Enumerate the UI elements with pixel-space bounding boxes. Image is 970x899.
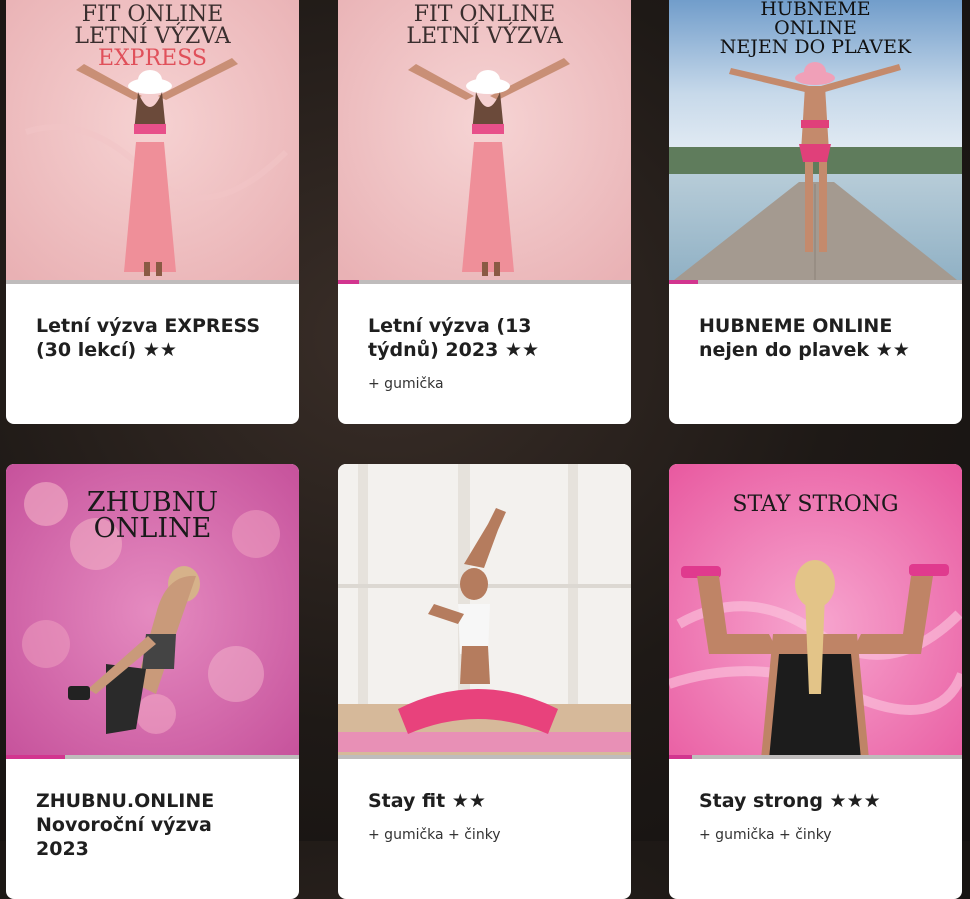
course-card-letni-vyzva-express[interactable]: FIT ONLINE LETNÍ VÝZVA EXPRESS Letní výz… [6, 0, 299, 424]
course-thumbnail[interactable]: FIT ONLINE LETNÍ VÝZVA EXPRESS [6, 0, 299, 284]
course-title[interactable]: ZHUBNU.ONLINE Novoroční výzva 2023 [36, 789, 269, 861]
course-title[interactable]: HUBNEME ONLINE nejen do plavek ★★ [699, 314, 932, 362]
progress-fill [669, 280, 699, 284]
course-card-stay-strong[interactable]: STAY STRONG Stay strong ★★★ + gumička + … [669, 464, 962, 899]
course-title[interactable]: Stay fit ★★ [368, 789, 601, 813]
progress-fill [669, 755, 693, 759]
poster-line: NEJEN DO PLAVEK [719, 36, 912, 58]
progress-fill [338, 280, 359, 284]
woman-yoga-stretch-image [338, 464, 631, 759]
course-thumbnail[interactable]: HUBNEME ONLINE NEJEN DO PLAVEK [669, 0, 962, 284]
progress-bar [669, 280, 962, 284]
course-card-zhubnu-online[interactable]: ZHUBNU ONLINE ZHUBNU.ONLINE Novoroční vý… [6, 464, 299, 899]
course-title[interactable]: Stay strong ★★★ [699, 789, 932, 813]
course-subtitle: + gumička [368, 376, 444, 392]
progress-bar [338, 755, 631, 759]
progress-bar [338, 280, 631, 284]
course-title[interactable]: Letní výzva EXPRESS (30 lekcí) ★★ [36, 314, 269, 362]
course-card-letni-vyzva-13-tydnu[interactable]: FIT ONLINE LETNÍ VÝZVA Letní výzva (13 t… [338, 0, 631, 424]
poster-line: ONLINE [93, 513, 212, 544]
course-thumbnail[interactable]: FIT ONLINE LETNÍ VÝZVA [338, 0, 631, 284]
course-card-stay-fit[interactable]: Stay fit ★★ + gumička + činky [338, 464, 631, 899]
poster-line: FIT ONLINE [81, 2, 224, 27]
poster-line: LETNÍ VÝZVA [406, 24, 563, 49]
progress-fill [6, 755, 65, 759]
course-thumbnail[interactable]: STAY STRONG [669, 464, 962, 759]
poster-line: EXPRESS [98, 46, 207, 71]
progress-bar [6, 280, 299, 284]
poster-line: STAY STRONG [732, 492, 899, 517]
course-title[interactable]: Letní výzva (13 týdnů) 2023 ★★ [368, 314, 601, 362]
course-thumbnail[interactable] [338, 464, 631, 759]
course-thumbnail[interactable]: ZHUBNU ONLINE [6, 464, 299, 759]
poster-line: LETNÍ VÝZVA [74, 24, 231, 49]
progress-bar [669, 755, 962, 759]
progress-bar [6, 755, 299, 759]
course-card-hubneme-online[interactable]: HUBNEME ONLINE NEJEN DO PLAVEK HUBNEME O… [669, 0, 962, 424]
poster-line: FIT ONLINE [413, 2, 556, 27]
